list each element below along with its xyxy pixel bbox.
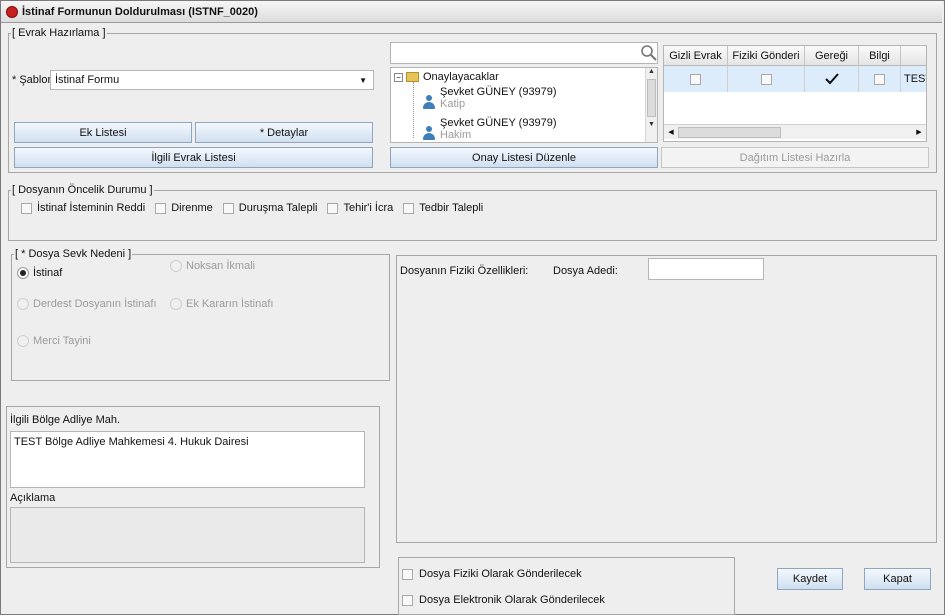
grid-cell[interactable] [805,66,859,92]
fiziki-ozellikler-panel [396,255,937,543]
fiziki-gonderim-option[interactable]: Dosya Fiziki Olarak Gönderilecek [402,568,582,580]
title-bar: İstinaf Formunun Doldurulması (ISTNF_002… [1,1,942,23]
ilgili-evrak-listesi-button[interactable]: İlgili Evrak Listesi [14,147,373,168]
onay-listesi-duzenle-button[interactable]: Onay Listesi Düzenle [390,147,658,168]
scroll-left-icon[interactable]: ◀ [664,128,678,136]
search-icon[interactable] [640,44,657,61]
grid-header[interactable]: Gizli Evrak [664,46,728,66]
approver-item[interactable]: Şevket GÜNEY (93979) Hakim [421,117,557,141]
tree-line [413,82,414,138]
sevk-option-istinaf[interactable]: İstinaf [17,267,62,279]
derdest-radio[interactable] [17,298,29,310]
oncelik-options: İstinaf İsteminin Reddi Direnme Duruşma … [21,202,483,214]
evrak-hazirlama-legend: [ Evrak Hazırlama ] [12,27,106,39]
folder-icon [406,72,419,82]
sablon-select[interactable]: İstinaf Formu ▼ [50,70,374,90]
bolge-adliye-field[interactable]: TEST Bölge Adliye Mahkemesi 4. Hukuk Dai… [10,431,365,488]
grid-header[interactable] [901,46,926,66]
tehiri-icra-checkbox[interactable] [327,202,339,214]
fiziki-gonderim-label: Dosya Fiziki Olarak Gönderilecek [419,568,582,580]
scroll-right-icon[interactable]: ▶ [912,128,926,136]
dagitim-listesi-button[interactable]: Dağıtım Listesi Hazırla [661,147,929,168]
tree-root[interactable]: − Onaylayacaklar [394,71,499,83]
istinaf-radio[interactable] [17,267,29,279]
oncelik-legend: [ Dosyanın Öncelik Durumu ] [12,184,153,196]
ek-karar-radio[interactable] [170,298,182,310]
scroll-thumb[interactable] [647,79,656,117]
aciklama-field[interactable] [10,507,365,563]
person-icon [421,94,437,110]
dagitim-grid[interactable]: Gizli Evrak Fiziki Gönderi Gereği Bilgi … [663,45,927,142]
chevron-down-icon[interactable]: ▼ [359,76,367,85]
tree-root-label: Onaylayacaklar [423,71,499,83]
ek-karar-label: Ek Kararın İstinafı [186,298,274,310]
check-icon[interactable] [824,73,839,85]
sablon-label: * Şablon [12,74,54,86]
aciklama-label: Açıklama [10,492,56,504]
direnme-label: Direnme [171,202,213,214]
fiziki-gonderim-checkbox[interactable] [402,568,413,580]
sevk-option-ek-karar[interactable]: Ek Kararın İstinafı [170,298,273,310]
onay-search-input[interactable] [390,42,658,64]
kapat-button[interactable]: Kapat [864,568,931,590]
approver-name: Şevket GÜNEY (93979) [440,117,557,129]
grid-header[interactable]: Bilgi [859,46,901,66]
elektronik-gonderim-checkbox[interactable] [402,594,413,606]
noksan-ikmali-label: Noksan İkmali [186,260,256,272]
bolge-adliye-label: İlgili Bölge Adliye Mah. [10,414,121,426]
scroll-down-icon[interactable]: ▼ [646,121,657,128]
merci-tayini-radio[interactable] [17,335,29,347]
tree-scrollbar[interactable]: ▲ ▼ [645,68,657,142]
person-icon [421,125,437,141]
kaydet-button[interactable]: Kaydet [777,568,843,590]
sevk-legend: [ * Dosya Sevk Nedeni ] [15,248,132,260]
detaylar-button[interactable]: * Detaylar [195,122,373,143]
grid-header[interactable]: Fiziki Gönderi [728,46,805,66]
app-logo-icon [6,5,18,18]
grid-cell[interactable] [728,66,805,92]
grid-cell: TEST [901,66,926,92]
collapse-icon[interactable]: − [394,72,403,82]
sevk-option-merci[interactable]: Merci Tayini [17,335,91,347]
sevk-option-noksan[interactable]: Noksan İkmali [170,260,255,272]
scroll-thumb[interactable] [678,126,781,138]
derdest-label: Derdest Dosyanın İstinafı [33,298,157,310]
merci-tayini-label: Merci Tayini [33,335,91,347]
ek-listesi-button[interactable]: Ek Listesi [14,122,192,143]
tedbir-talepli-label: Tedbir Talepli [419,202,484,214]
istinaf-reddi-label: İstinaf İsteminin Reddi [37,202,146,214]
bilgi-checkbox[interactable] [874,73,885,85]
fiziki-gonderi-checkbox[interactable] [760,73,772,85]
approver-tree[interactable]: − Onaylayacaklar Şevket GÜNEY (93979) Ka… [390,67,658,143]
tehiri-icra-label: Tehir'i İcra [343,202,394,214]
approver-name: Şevket GÜNEY (93979) [440,86,557,98]
durusma-talepli-label: Duruşma Talepli [238,202,318,214]
sevk-option-derdest[interactable]: Derdest Dosyanın İstinafı [17,298,157,310]
grid-hscrollbar[interactable]: ◀ ▶ [664,124,926,139]
direnme-checkbox[interactable] [155,202,167,214]
tedbir-talepli-checkbox[interactable] [403,202,415,214]
approver-item[interactable]: Şevket GÜNEY (93979) Katip [421,86,557,110]
fiziki-ozellikler-label: Dosyanın Fiziki Özellikleri: [400,265,529,277]
dosya-adedi-label: Dosya Adedi: [553,265,618,277]
grid-cell[interactable] [859,66,901,92]
approver-role: Hakim [440,129,472,141]
gizli-evrak-checkbox[interactable] [690,73,701,85]
grid-header[interactable]: Gereği [805,46,859,66]
grid-cell[interactable] [664,66,728,92]
istinaf-radio-label: İstinaf [33,267,63,279]
istinaf-reddi-checkbox[interactable] [21,202,32,214]
elektronik-gonderim-option[interactable]: Dosya Elektronik Olarak Gönderilecek [402,594,605,606]
approver-role: Katip [440,98,466,110]
dosya-adedi-input[interactable] [648,258,764,280]
sablon-value: İstinaf Formu [55,74,120,86]
durusma-talepli-checkbox[interactable] [222,202,234,214]
window-title: İstinaf Formunun Doldurulması (ISTNF_002… [22,5,258,18]
gonderim-panel [398,557,735,615]
scroll-up-icon[interactable]: ▲ [646,68,657,75]
elektronik-gonderim-label: Dosya Elektronik Olarak Gönderilecek [419,594,605,606]
noksan-ikmali-radio[interactable] [170,260,182,272]
